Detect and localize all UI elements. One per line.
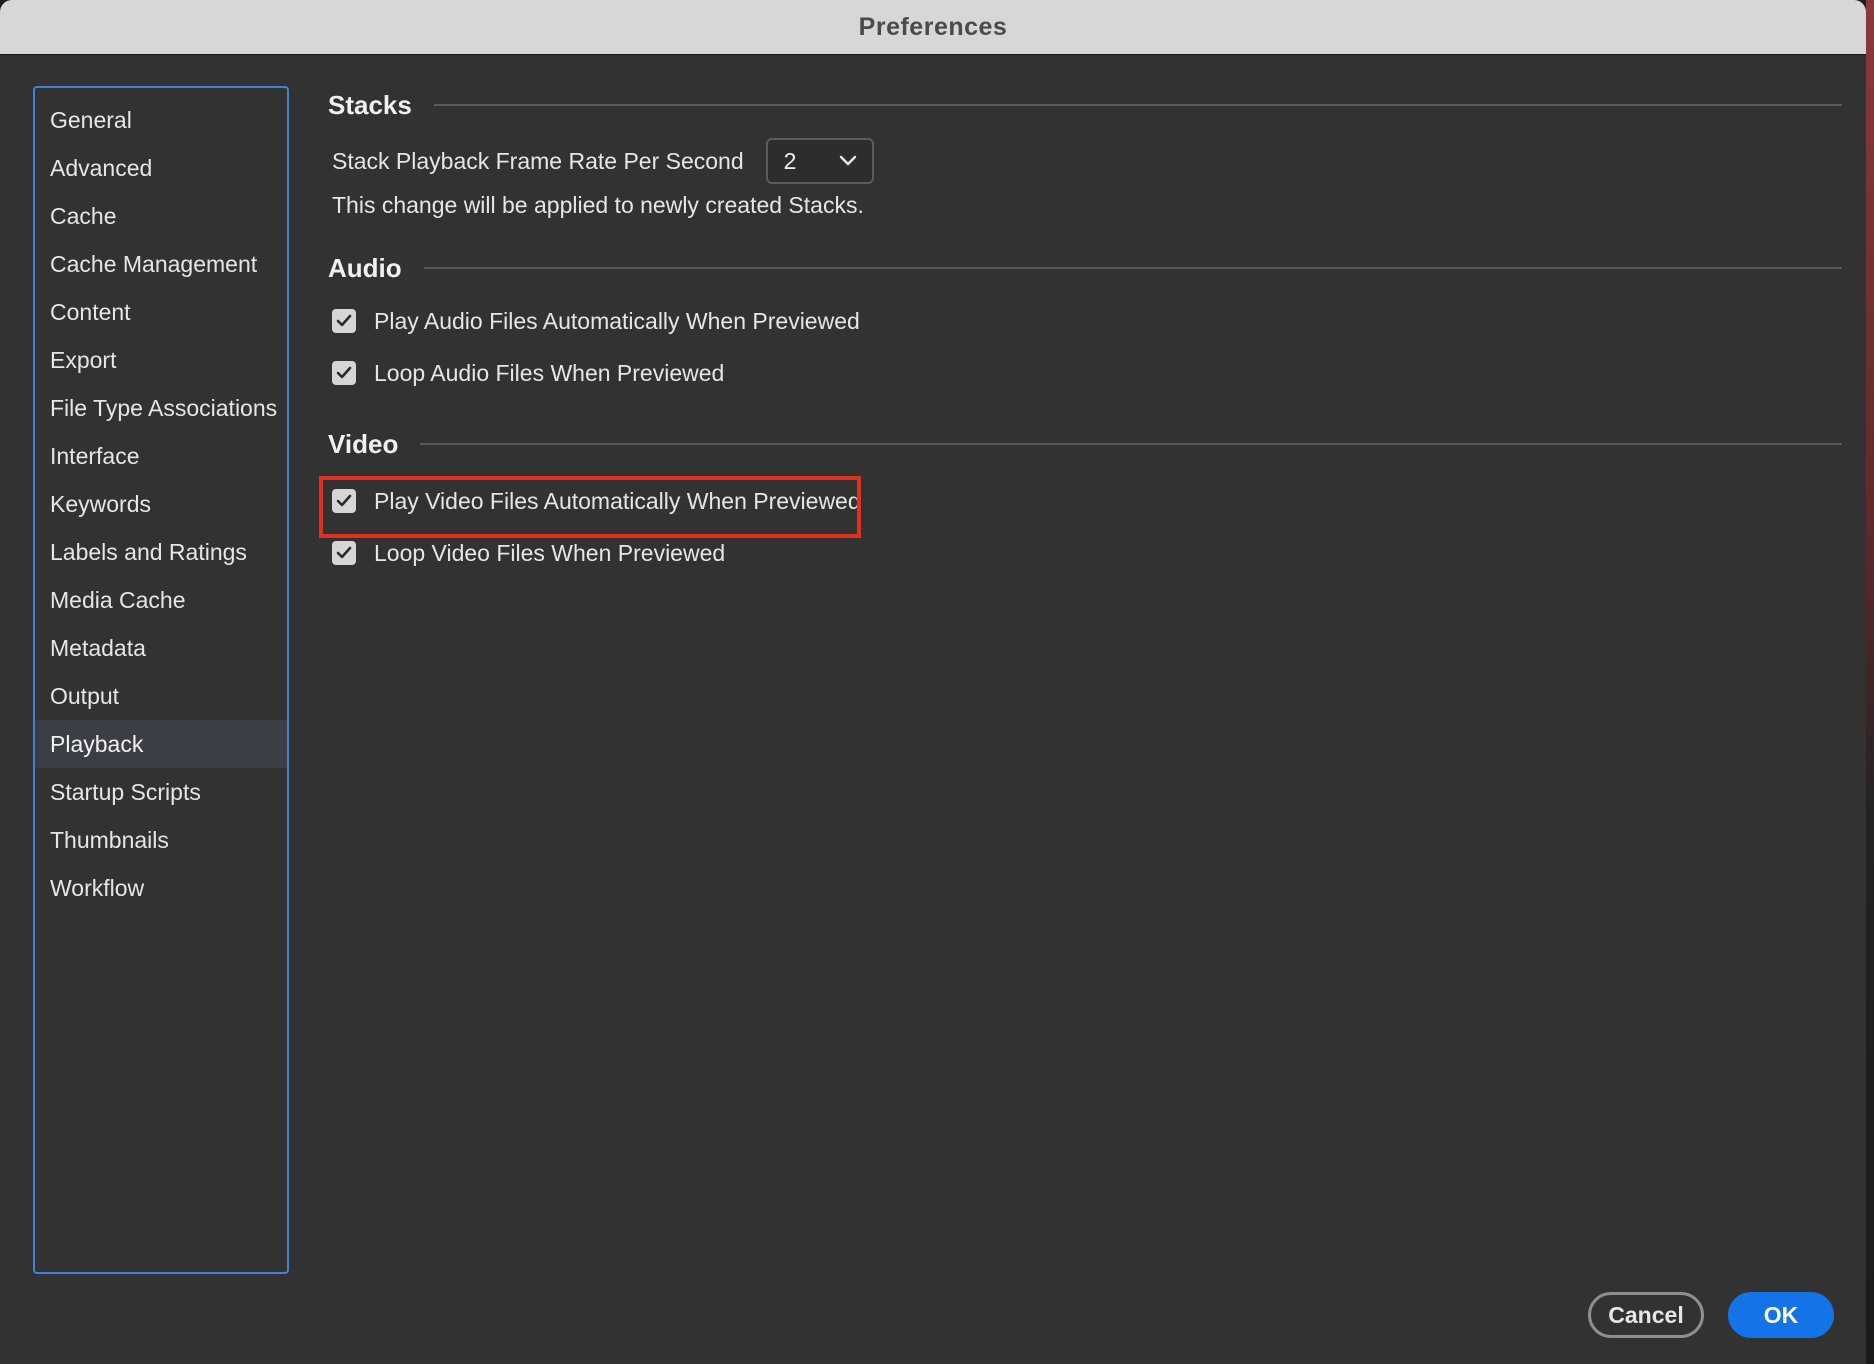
window-title: Preferences	[858, 12, 1008, 41]
section-divider	[420, 443, 1842, 445]
sidebar-item-output[interactable]: Output	[35, 672, 287, 720]
frame-rate-value: 2	[783, 147, 797, 174]
ok-button[interactable]: OK	[1728, 1292, 1834, 1338]
sidebar-item-keywords[interactable]: Keywords	[35, 480, 287, 528]
sidebar-item-thumbnails[interactable]: Thumbnails	[35, 816, 287, 864]
playback-panel: Stacks Stack Playback Frame Rate Per Sec…	[328, 86, 1842, 579]
play-audio-automatically-label: Play Audio Files Automatically When Prev…	[374, 307, 860, 334]
sidebar-item-advanced[interactable]: Advanced	[35, 144, 287, 192]
sidebar-item-startup-scripts[interactable]: Startup Scripts	[35, 768, 287, 816]
play-video-automatically-checkbox[interactable]	[332, 489, 356, 513]
play-video-automatically-label: Play Video Files Automatically When Prev…	[374, 487, 861, 514]
loop-video-option[interactable]: Loop Video Files When Previewed	[328, 527, 1842, 579]
checkmark-icon	[336, 494, 352, 507]
sidebar-item-content[interactable]: Content	[35, 288, 287, 336]
stacks-note: This change will be applied to newly cre…	[332, 192, 864, 218]
video-section-title: Video	[328, 428, 399, 459]
stacks-section-title: Stacks	[328, 89, 412, 120]
loop-audio-label: Loop Audio Files When Previewed	[374, 359, 725, 386]
sidebar-item-cache[interactable]: Cache	[35, 192, 287, 240]
play-audio-automatically-option[interactable]: Play Audio Files Automatically When Prev…	[328, 295, 1842, 347]
section-divider	[433, 104, 1842, 106]
video-section-header: Video	[328, 425, 1842, 463]
play-video-automatically-option[interactable]: Play Video Files Automatically When Prev…	[328, 475, 1842, 527]
cancel-button[interactable]: Cancel	[1588, 1292, 1704, 1338]
stacks-section-header: Stacks	[328, 86, 1842, 124]
sidebar-item-workflow[interactable]: Workflow	[35, 864, 287, 912]
preferences-window: Preferences General Advanced Cache Cache…	[0, 0, 1866, 1364]
chevron-down-icon	[839, 155, 856, 166]
checkmark-icon	[336, 314, 352, 327]
sidebar-item-cache-management[interactable]: Cache Management	[35, 240, 287, 288]
sidebar-item-playback[interactable]: Playback	[35, 720, 287, 768]
section-divider	[423, 267, 1842, 269]
loop-audio-checkbox[interactable]	[332, 361, 356, 385]
frame-rate-label: Stack Playback Frame Rate Per Second	[332, 147, 744, 174]
sidebar-item-media-cache[interactable]: Media Cache	[35, 576, 287, 624]
checkmark-icon	[336, 546, 352, 559]
sidebar-item-export[interactable]: Export	[35, 336, 287, 384]
sidebar-item-labels-and-ratings[interactable]: Labels and Ratings	[35, 528, 287, 576]
sidebar-item-file-type-associations[interactable]: File Type Associations	[35, 384, 287, 432]
loop-audio-option[interactable]: Loop Audio Files When Previewed	[328, 347, 1842, 399]
sidebar-item-general[interactable]: General	[35, 96, 287, 144]
audio-section-title: Audio	[328, 252, 402, 283]
checkmark-icon	[336, 366, 352, 379]
preferences-sidebar: General Advanced Cache Cache Management …	[33, 86, 289, 1274]
audio-section-header: Audio	[328, 249, 1842, 287]
frame-rate-row: Stack Playback Frame Rate Per Second 2	[328, 138, 1842, 184]
frame-rate-dropdown[interactable]: 2	[765, 138, 874, 184]
title-bar[interactable]: Preferences	[0, 0, 1866, 55]
sidebar-item-interface[interactable]: Interface	[35, 432, 287, 480]
loop-video-checkbox[interactable]	[332, 541, 356, 565]
sidebar-item-metadata[interactable]: Metadata	[35, 624, 287, 672]
play-audio-automatically-checkbox[interactable]	[332, 309, 356, 333]
loop-video-label: Loop Video Files When Previewed	[374, 539, 726, 566]
background-window-edge	[1866, 0, 1874, 1364]
